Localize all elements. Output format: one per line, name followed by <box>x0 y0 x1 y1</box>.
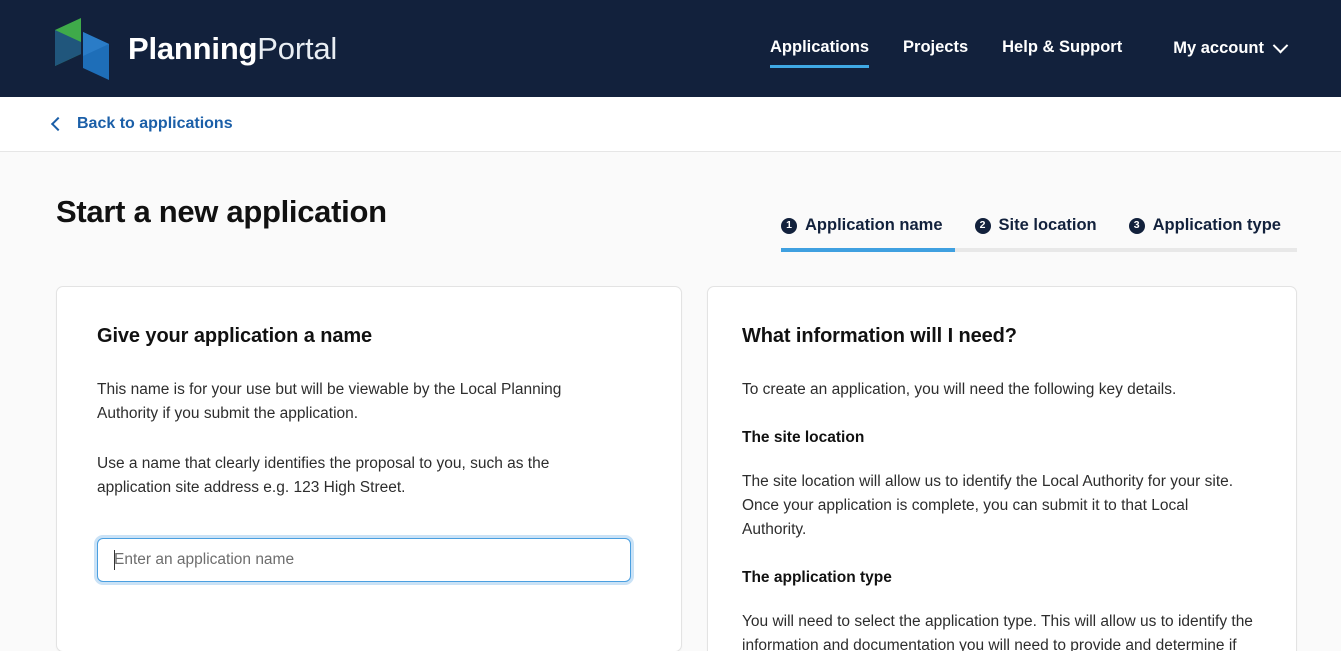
text-caret <box>114 550 115 570</box>
step-number-1: 1 <box>781 217 797 234</box>
site-location-text: The site location will allow us to ident… <box>742 473 1234 538</box>
step-tabs: 1 Application name 2 Site location 3 App… <box>781 216 1297 252</box>
application-name-field-wrapper <box>97 538 641 582</box>
chevron-down-icon <box>1272 37 1289 54</box>
back-to-applications-link[interactable]: Back to applications <box>50 115 233 133</box>
brand-wordmark: PlanningPortal <box>128 33 337 64</box>
chevron-left-icon <box>50 116 66 131</box>
nav-item-applications[interactable]: Applications <box>770 32 870 68</box>
application-name-paragraph-1: This name is for your use but will be vi… <box>97 381 562 422</box>
nav-item-projects[interactable]: Projects <box>903 32 968 65</box>
nav-item-help-and-support[interactable]: Help & Support <box>1002 32 1122 65</box>
brand-word-light: Portal <box>257 31 338 66</box>
main-navigation: Applications Projects Help & Support My … <box>770 32 1289 68</box>
step-number-3: 3 <box>1128 217 1145 234</box>
site-location-heading: The site location <box>742 429 865 446</box>
tab-application-type[interactable]: 3 Application type <box>1128 216 1281 248</box>
my-account-label: My account <box>1173 38 1264 57</box>
site-header: PlanningPortal Applications Projects Hel… <box>0 0 1341 97</box>
page-header-row: Start a new application 1 Application na… <box>56 152 1297 252</box>
application-name-input-shell <box>97 538 631 582</box>
tab-application-name[interactable]: 1 Application name <box>781 216 955 252</box>
what-information-card: What information will I need? To create … <box>707 286 1297 651</box>
brand-word-bold: Planning <box>128 31 258 66</box>
tab-site-location[interactable]: 2 Site location <box>974 216 1097 248</box>
application-name-card: Give your application a name This name i… <box>56 286 682 651</box>
tab-application-name-label: Application name <box>805 216 943 234</box>
cards-row: Give your application a name This name i… <box>56 286 1297 651</box>
application-name-input[interactable] <box>97 538 631 582</box>
application-type-text: You will need to select the application … <box>742 613 1253 651</box>
application-name-card-title: Give your application a name <box>97 325 373 347</box>
step-number-2: 2 <box>974 217 991 234</box>
what-information-card-title: What information will I need? <box>742 325 1017 347</box>
tab-site-location-label: Site location <box>998 216 1097 234</box>
what-information-intro: To create an application, you will need … <box>742 381 1177 398</box>
sub-header-bar: Back to applications <box>0 97 1341 152</box>
application-name-paragraph-2: Use a name that clearly identifies the p… <box>97 455 550 496</box>
page-content: Start a new application 1 Application na… <box>0 152 1341 651</box>
back-link-label: Back to applications <box>77 115 233 132</box>
application-type-heading: The application type <box>742 569 892 586</box>
tab-application-type-label: Application type <box>1152 216 1281 234</box>
my-account-menu[interactable]: My account <box>1173 37 1289 58</box>
page-title: Start a new application <box>56 194 387 229</box>
brand-logo-link[interactable]: PlanningPortal <box>53 17 337 80</box>
planning-portal-logo-icon <box>55 17 109 80</box>
